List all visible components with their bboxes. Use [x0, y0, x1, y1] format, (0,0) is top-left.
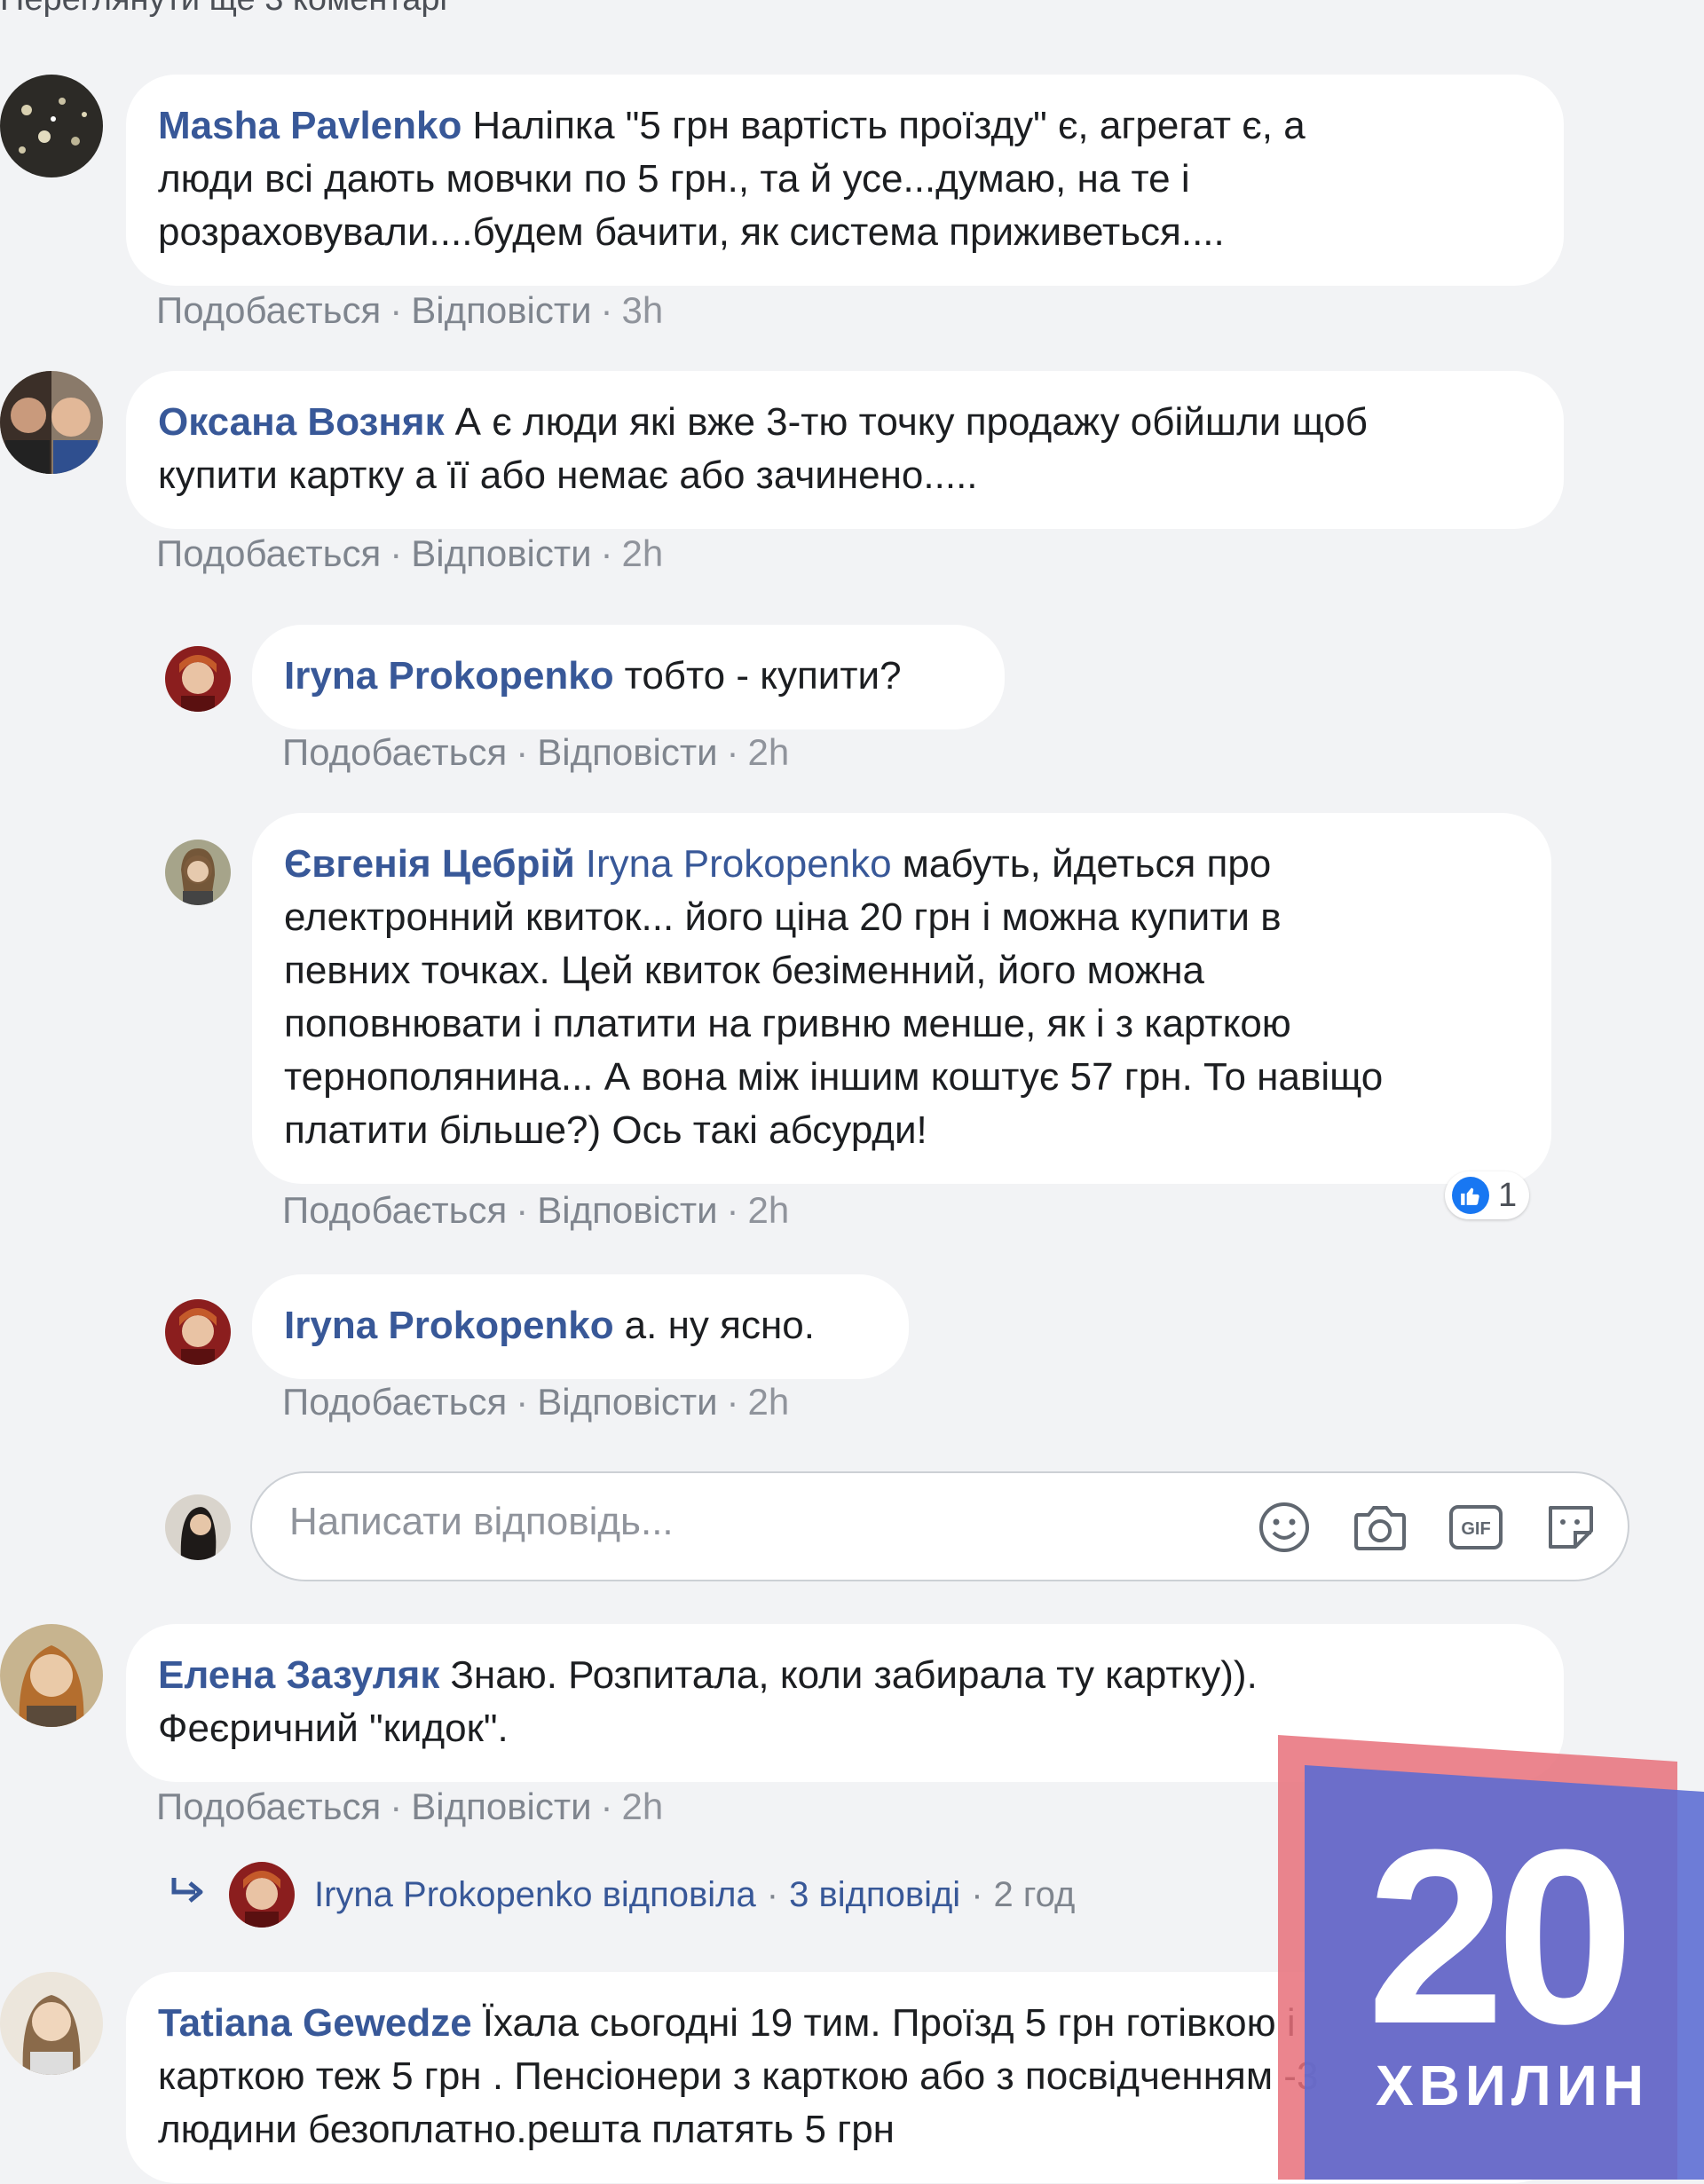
timestamp[interactable]: 2h: [748, 1189, 790, 1231]
timestamp[interactable]: 2h: [622, 1786, 664, 1827]
timestamp[interactable]: 2h: [748, 1381, 790, 1423]
avatar[interactable]: [0, 371, 103, 474]
watermark-number: 20: [1367, 1799, 1634, 2076]
comment-author[interactable]: Елена Зазуляк: [158, 1653, 439, 1697]
comment-actions: Подобається · Відповісти · 3h: [156, 289, 663, 332]
comment-text-line: карткою теж 5 грн . Пенсіонери з карткою…: [158, 2054, 1319, 2098]
comment-author[interactable]: Iryna Prokopenko: [284, 654, 614, 698]
timestamp[interactable]: 2h: [622, 532, 664, 574]
separator: ·: [516, 1189, 529, 1231]
comment-bubble: Iryna Prokopenko тобто - купити?: [252, 625, 1005, 729]
like-link[interactable]: Подобається: [156, 1786, 381, 1827]
comment-text-line: поповнювати і платити на гривню менше, я…: [284, 1002, 1291, 1045]
like-link[interactable]: Подобається: [282, 1189, 507, 1231]
like-link[interactable]: Подобається: [156, 289, 381, 331]
comment-text-line: мабуть, йдеться про: [902, 842, 1272, 886]
comment-text-line: люди всі дають мовчки по 5 грн., та й ус…: [158, 157, 1190, 201]
comment-bubble: Оксана Возняк А є люди які вже 3-тю точку…: [126, 371, 1564, 529]
reaction-badge[interactable]: 1: [1445, 1171, 1530, 1219]
reply-input[interactable]: Написати відповідь... GIF: [250, 1471, 1629, 1581]
reply-link[interactable]: Відповісти: [537, 731, 717, 773]
comment-author[interactable]: Masha Pavlenko: [158, 104, 462, 147]
emoji-icon[interactable]: [1255, 1498, 1314, 1557]
timestamp: 2 год: [993, 1874, 1076, 1914]
input-icons: GIF: [1255, 1498, 1601, 1557]
avatar: [229, 1862, 295, 1928]
reply-link[interactable]: Відповісти: [537, 1381, 717, 1423]
svg-text:GIF: GIF: [1461, 1519, 1490, 1539]
comment-author[interactable]: Оксана Возняк: [158, 400, 445, 444]
comment-actions: Подобається · Відповісти · 2h: [282, 1381, 789, 1423]
comment-text-line: тернополянина... А вона між іншим коштує…: [284, 1055, 1384, 1099]
camera-icon[interactable]: [1351, 1498, 1409, 1557]
comment-author[interactable]: Tatiana Gewedze: [158, 2001, 472, 2045]
comment-text-line: Феєричний "кидок".: [158, 1707, 509, 1750]
reaction-count: 1: [1498, 1176, 1518, 1214]
timestamp[interactable]: 2h: [748, 731, 790, 773]
comment-text-line: А є люди які вже 3-тю точку продажу обій…: [454, 400, 1368, 444]
avatar[interactable]: [165, 840, 231, 905]
separator: ·: [600, 532, 613, 574]
comment-bubble: Євгенія Цебрій Iryna Prokopenko мабуть, йд…: [252, 813, 1551, 1184]
gif-icon[interactable]: GIF: [1447, 1498, 1505, 1557]
separator: ·: [390, 289, 403, 331]
separator: ·: [766, 1874, 779, 1914]
avatar[interactable]: [165, 646, 231, 712]
reply-link[interactable]: Відповісти: [411, 1786, 591, 1827]
reply-link[interactable]: Відповісти: [537, 1189, 717, 1231]
comment-author[interactable]: Євгенія Цебрій: [284, 842, 575, 886]
comment-text: а. ну ясно.: [624, 1304, 815, 1347]
replier-name[interactable]: Iryna Prokopenko: [314, 1875, 593, 1915]
comment-bubble: Iryna Prokopenko а. ну ясно.: [252, 1274, 909, 1379]
avatar[interactable]: [0, 1972, 103, 2075]
comment-text-line: розраховували....будем бачити, як систем…: [158, 210, 1225, 254]
separator: ·: [726, 1189, 739, 1231]
avatar[interactable]: [165, 1299, 231, 1365]
reply-arrow-icon: [169, 1875, 206, 1915]
comment-actions: Подобається · Відповісти · 2h: [282, 1189, 789, 1232]
replies-count[interactable]: 3 відповіді: [789, 1875, 960, 1915]
separator: ·: [726, 731, 739, 773]
view-more-comments-link[interactable]: Переглянути ще 3 коментарі: [0, 0, 447, 19]
comment-text-line: Знаю. Розпитала, коли забирала ту картку…: [450, 1653, 1258, 1697]
comment-text-line: певних точках. Цей квиток безіменний, йо…: [284, 949, 1204, 992]
replies-action: відповіла: [602, 1874, 756, 1914]
separator: ·: [726, 1381, 739, 1423]
current-user-avatar: [165, 1494, 231, 1560]
timestamp[interactable]: 3h: [622, 289, 664, 331]
comment-actions: Подобається · Відповісти · 2h: [156, 532, 663, 575]
reply-link[interactable]: Відповісти: [411, 289, 591, 331]
like-link[interactable]: Подобається: [282, 731, 507, 773]
comment-text-line: Їхала сьогодні 19 тим. Проїзд 5 грн готі…: [482, 2001, 1296, 2045]
comment-author[interactable]: Iryna Prokopenko: [284, 1304, 614, 1347]
watermark-logo: 20 ХВИЛИН: [1278, 1735, 1704, 2180]
separator: ·: [390, 1786, 403, 1827]
comment-bubble: Masha Pavlenko Наліпка "5 грн вартість пр…: [126, 75, 1564, 286]
separator: ·: [600, 289, 613, 331]
comment-text-line: платити більше?) Ось такі абсурди!: [284, 1108, 927, 1152]
reply-link[interactable]: Відповісти: [411, 532, 591, 574]
separator: ·: [600, 1786, 613, 1827]
like-link[interactable]: Подобається: [156, 532, 381, 574]
separator: ·: [516, 731, 529, 773]
comment-text-line: Наліпка "5 грн вартість проїзду" є, агре…: [472, 104, 1306, 147]
like-link[interactable]: Подобається: [282, 1381, 507, 1423]
like-icon: [1452, 1177, 1489, 1214]
separator: ·: [971, 1874, 983, 1914]
reply-input-placeholder: Написати відповідь...: [289, 1500, 674, 1543]
mention-link[interactable]: Iryna Prokopenko: [586, 842, 892, 886]
comment-text-line: електронний квиток... його ціна 20 грн і…: [284, 895, 1282, 939]
avatar[interactable]: [0, 75, 103, 177]
comment-text: тобто - купити?: [624, 654, 902, 698]
avatar[interactable]: [0, 1624, 103, 1727]
view-replies-link[interactable]: Iryna Prokopenko відповіла · 3 відповіді…: [169, 1862, 1075, 1928]
watermark-word: ХВИЛИН: [1376, 2054, 1650, 2117]
separator: ·: [390, 532, 403, 574]
comment-actions: Подобається · Відповісти · 2h: [282, 731, 789, 774]
separator: ·: [516, 1381, 529, 1423]
sticker-icon[interactable]: [1542, 1498, 1601, 1557]
comment-text-line: людини безоплатно.решта платять 5 грн: [158, 2108, 895, 2151]
comment-text-line: купити картку а її або немає або зачинен…: [158, 453, 978, 497]
comment-actions: Подобається · Відповісти · 2h: [156, 1786, 663, 1828]
